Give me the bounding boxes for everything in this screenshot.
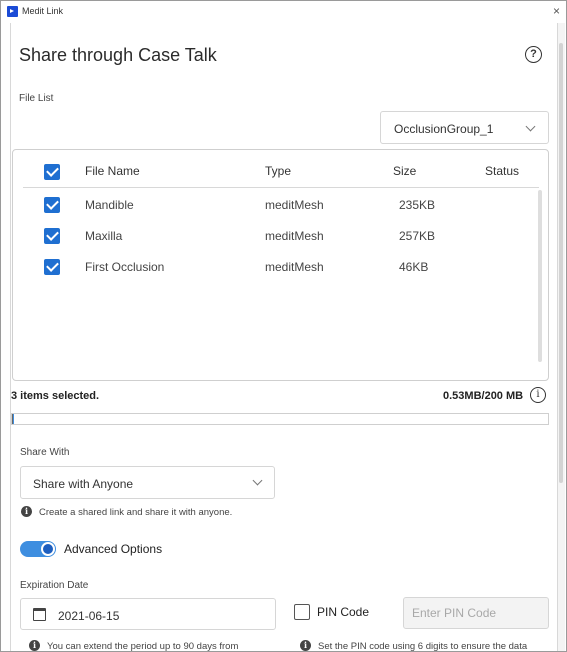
expiration-date-field[interactable]: 2021-06-15	[20, 598, 276, 630]
close-icon[interactable]: ×	[553, 4, 560, 18]
file-size: 235KB	[399, 198, 436, 212]
pin-code-input[interactable]	[403, 597, 549, 629]
share-with-hint: Create a shared link and share it with a…	[39, 507, 233, 518]
share-dialog-window: Medit Link × Share through Case Talk ? F…	[0, 0, 567, 652]
expiration-date-value: 2021-06-15	[58, 609, 120, 623]
page-title: Share through Case Talk	[19, 45, 217, 65]
file-size: 257KB	[399, 229, 436, 243]
occlusion-group-select[interactable]: OcclusionGroup_1	[380, 111, 549, 144]
file-list-label: File List	[19, 93, 54, 104]
upload-size-progress	[11, 413, 549, 425]
file-type: meditMesh	[265, 229, 324, 243]
window-title: Medit Link	[22, 6, 64, 16]
file-type: meditMesh	[265, 198, 324, 212]
medit-logo-icon	[7, 6, 18, 17]
expiration-hint: You can extend the period up to 90 days …	[47, 641, 239, 652]
table-row[interactable]: Mandible meditMesh 235KB	[13, 189, 533, 220]
upload-size: 0.53MB/200 MB	[443, 390, 524, 402]
row-checkbox[interactable]	[44, 228, 60, 244]
column-header-type: Type	[265, 164, 292, 178]
dialog-scrollbar-thumb[interactable]	[559, 43, 563, 483]
advanced-options-label: Advanced Options	[64, 542, 163, 556]
pin-code-checkbox[interactable]	[294, 604, 310, 620]
share-with-label: Share With	[20, 447, 70, 458]
info-filled-icon: i	[300, 640, 311, 651]
toggle-knob	[41, 542, 55, 556]
title-bar: Medit Link ×	[1, 1, 566, 23]
file-name: Maxilla	[85, 229, 123, 243]
chevron-down-icon	[525, 121, 536, 132]
row-checkbox[interactable]	[44, 197, 60, 213]
file-type: meditMesh	[265, 260, 324, 274]
column-header-file-name: File Name	[85, 164, 140, 178]
pin-code-label: PIN Code	[317, 605, 370, 619]
pin-code-hint: Set the PIN code using 6 digits to ensur…	[318, 641, 528, 652]
dialog-content: Share through Case Talk ? File List Occl…	[10, 23, 558, 652]
info-filled-icon: i	[21, 506, 32, 517]
file-name: First Occlusion	[85, 260, 165, 274]
file-size: 46KB	[399, 260, 429, 274]
share-with-value: Share with Anyone	[33, 477, 134, 491]
question-circle-icon[interactable]: ?	[525, 46, 542, 63]
row-checkbox[interactable]	[44, 259, 60, 275]
occlusion-group-value: OcclusionGroup_1	[394, 122, 494, 136]
file-name: Mandible	[85, 198, 134, 212]
file-table-scrollbar[interactable]	[538, 190, 542, 362]
advanced-options-toggle[interactable]	[20, 541, 56, 557]
info-filled-icon: i	[29, 640, 40, 651]
table-row[interactable]: First Occlusion meditMesh 46KB	[13, 251, 533, 282]
column-header-size: Size	[393, 164, 417, 178]
share-with-select[interactable]: Share with Anyone	[20, 466, 275, 499]
column-header-status: Status	[485, 164, 520, 178]
table-header: File Name Type Size Status	[23, 150, 539, 188]
select-all-checkbox[interactable]	[44, 164, 60, 180]
info-circle-icon[interactable]: i	[530, 387, 546, 403]
file-table: File Name Type Size Status Mandible medi…	[12, 149, 549, 381]
calendar-icon	[33, 608, 46, 621]
table-row[interactable]: Maxilla meditMesh 257KB	[13, 220, 533, 251]
selection-count: 3 items selected.	[11, 390, 100, 402]
upload-size-progress-marker	[12, 414, 13, 424]
chevron-down-icon	[252, 475, 263, 486]
dialog-scrollbar[interactable]	[557, 23, 565, 651]
expiration-date-label: Expiration Date	[20, 580, 89, 591]
